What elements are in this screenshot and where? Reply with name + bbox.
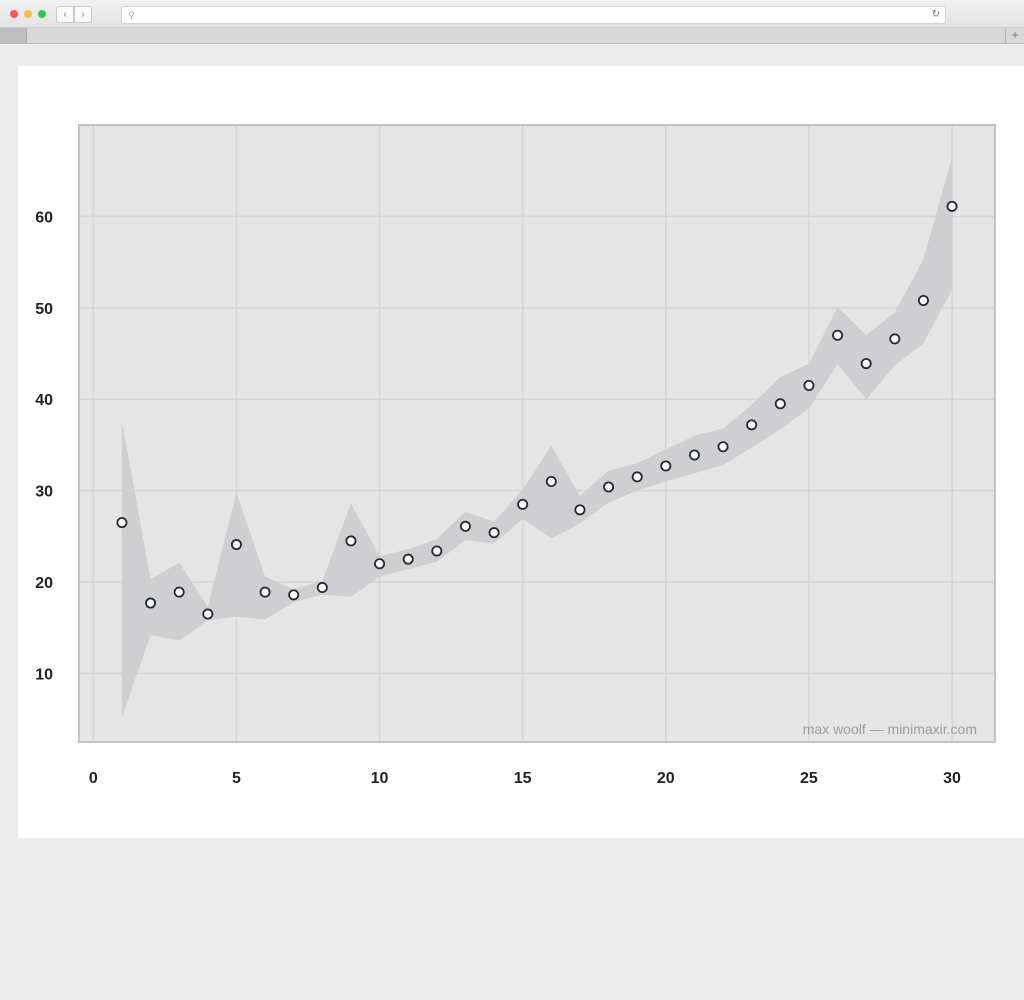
y-tick-label: 30: [35, 484, 53, 501]
data-point: [202, 608, 214, 620]
watermark-text: max woolf — minimaxir.com: [803, 721, 977, 737]
address-bar[interactable]: ⚲ ↻: [121, 6, 946, 24]
data-point: [259, 586, 271, 598]
data-point: [889, 333, 901, 345]
data-point: [860, 358, 872, 370]
data-point: [288, 589, 300, 601]
y-tick-label: 10: [35, 666, 53, 683]
data-point: [832, 329, 844, 341]
x-tick-label: 15: [514, 770, 532, 787]
data-point: [717, 441, 729, 453]
x-tick-label: 25: [800, 770, 818, 787]
y-tick-label: 50: [35, 301, 53, 318]
data-point: [517, 498, 529, 510]
forward-button[interactable]: ›: [74, 6, 92, 23]
data-point: [488, 527, 500, 539]
reload-icon[interactable]: ↻: [932, 7, 940, 23]
data-point: [660, 460, 672, 472]
search-icon: ⚲: [128, 10, 135, 20]
back-button[interactable]: ‹: [56, 6, 74, 23]
browser-titlebar: ‹ › ⚲ ↻: [0, 0, 1024, 28]
data-point: [230, 539, 242, 551]
minimize-window-button[interactable]: [24, 10, 32, 18]
y-tick-label: 40: [35, 392, 53, 409]
x-tick-label: 20: [657, 770, 675, 787]
page-content: 0 5 10 15 20 25 30 10 20 30 40 50 60 max woolf — mi…: [18, 66, 1024, 838]
active-tab[interactable]: [0, 28, 27, 43]
data-point: [803, 380, 815, 392]
new-tab-button[interactable]: +: [1005, 28, 1024, 43]
plot-panel: [79, 125, 995, 742]
data-point: [173, 586, 185, 598]
data-point: [459, 520, 471, 532]
data-point: [746, 419, 758, 431]
data-point: [688, 449, 700, 461]
data-point: [545, 475, 557, 487]
x-tick-label: 5: [232, 770, 241, 787]
data-point: [574, 504, 586, 516]
data-point: [116, 517, 128, 529]
maximize-window-button[interactable]: [38, 10, 46, 18]
y-tick-label: 60: [35, 209, 53, 226]
x-tick-label: 0: [89, 770, 98, 787]
y-tick-label: 20: [35, 575, 53, 592]
data-point: [917, 295, 929, 307]
y-axis-ticks: 10 20 30 40 50 60: [35, 209, 53, 683]
data-point: [145, 597, 157, 609]
scatter-chart: 0 5 10 15 20 25 30 10 20 30 40 50 60 max woolf — mi…: [35, 124, 996, 787]
data-point: [946, 200, 958, 212]
data-point: [374, 558, 386, 570]
data-point: [431, 545, 443, 557]
x-axis-ticks: 0 5 10 15 20 25 30: [89, 770, 961, 787]
close-window-button[interactable]: [10, 10, 18, 18]
data-point: [631, 471, 643, 483]
data-point: [774, 398, 786, 410]
data-point: [316, 582, 328, 594]
x-tick-label: 30: [943, 770, 961, 787]
x-tick-label: 10: [371, 770, 389, 787]
data-point: [603, 481, 615, 493]
data-point: [402, 553, 414, 565]
tab-bar: +: [0, 28, 1024, 44]
data-point: [345, 535, 357, 547]
